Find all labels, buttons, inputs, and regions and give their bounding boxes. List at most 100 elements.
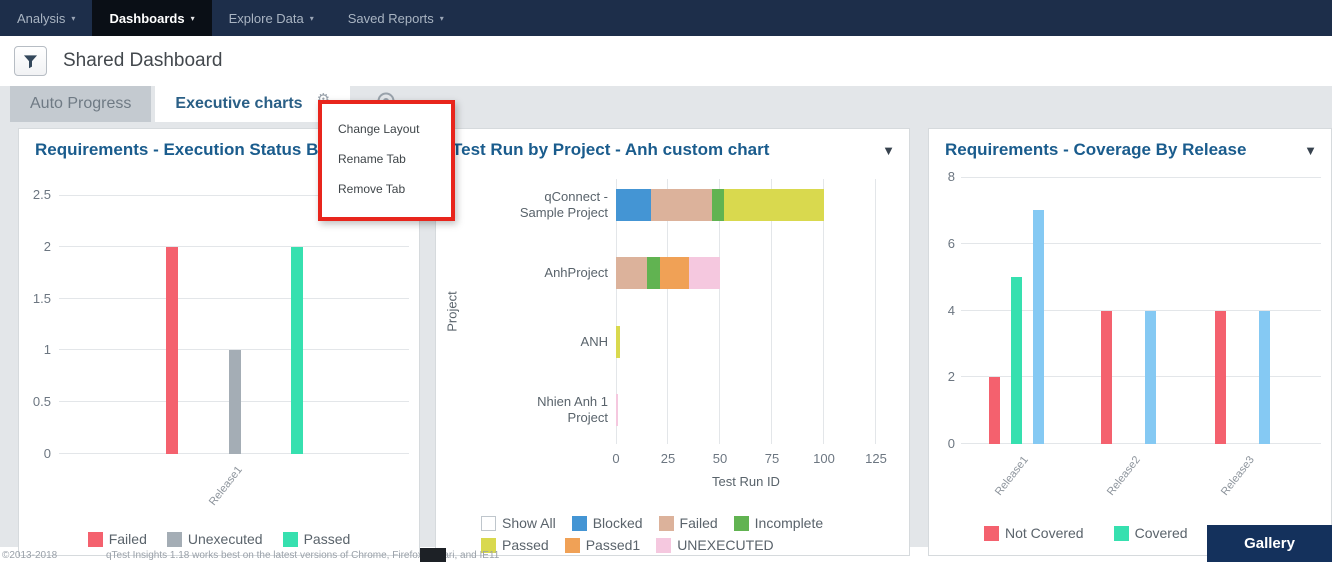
bar-segment-failed[interactable] [651,189,711,221]
footer-copyright: ©2013-2018 [2,550,57,561]
x-axis-tick-label: 50 [705,451,735,466]
y-axis-category-label: ANH [498,326,608,358]
y-axis-tick-label: 2 [929,369,955,384]
caret-down-icon[interactable]: ▼ [1304,143,1317,158]
plot-area [616,179,876,444]
nav-item-label: Explore Data [229,11,304,26]
y-axis-tick-label: 0 [929,436,955,451]
legend-item-not-covered[interactable]: Not Covered [984,525,1084,541]
x-axis-title: Test Run ID [616,474,876,489]
legend-item-incomplete[interactable]: Incomplete [734,515,823,531]
legend-item-blocked[interactable]: Blocked [572,515,643,531]
caret-down-icon[interactable]: ▼ [882,143,895,158]
bar-segment-incomplete[interactable] [712,189,724,221]
bar-segment-passed[interactable] [616,326,620,358]
legend-label: Failed [680,515,718,531]
gallery-button[interactable]: Gallery [1207,525,1332,562]
y-axis-tick-label: 2 [19,239,51,254]
legend: Show All Blocked Failed Incomplete [481,515,823,531]
filter-button[interactable] [14,46,47,76]
legend: Failed Unexecuted Passed [19,531,419,547]
legend-swatch [1114,526,1129,541]
bar-passed[interactable] [291,247,303,454]
widget-header: Test Run by Project - Anh custom chart ▼ [436,129,909,161]
nav-item-dashboards[interactable]: Dashboards▾ [92,0,211,36]
y-axis-category-label: Nhien Anh 1 Project [498,394,608,426]
legend-swatch [565,538,580,553]
bar-segment-failed[interactable] [616,257,647,289]
x-axis-category-label: Release1 [206,464,244,508]
y-axis-category-label: AnhProject [498,257,608,289]
legend-label: Passed [502,537,549,553]
x-axis-tick-label: 25 [653,451,683,466]
legend-label: Show All [502,515,556,531]
bar-segment-passed1[interactable] [660,257,689,289]
bar-series3[interactable] [1259,311,1270,445]
chart-title-coverage-by-release: Requirements - Coverage By Release [945,139,1296,161]
legend-item-failed[interactable]: Failed [88,531,147,547]
legend-item-passed[interactable]: Passed [283,531,351,547]
tab-auto-progress[interactable]: Auto Progress [10,86,151,122]
legend-item-show-all[interactable]: Show All [481,515,556,531]
legend-label: Blocked [593,515,643,531]
legend-label: UNEXECUTED [677,537,773,553]
legend-label: Passed1 [586,537,640,553]
y-axis-tick-label: 6 [929,236,955,251]
menu-item-change-layout[interactable]: Change Layout [322,114,451,144]
legend-item-passed1[interactable]: Passed1 [565,537,640,553]
nav-item-label: Saved Reports [348,11,434,26]
dark-fragment [420,548,446,562]
x-axis-category-label: Release2 [1104,454,1142,498]
widget-header: Requirements - Coverage By Release ▼ [929,129,1331,161]
bar-not-covered[interactable] [1101,311,1112,445]
bar-series3[interactable] [1145,311,1156,445]
chart-title-test-run-by-project: Test Run by Project - Anh custom chart [452,139,874,161]
nav-item-explore-data[interactable]: Explore Data▾ [212,0,331,36]
coverage-by-release-chart: 02468Release1Release2Release3Not Covered… [929,177,1331,555]
legend-label: Unexecuted [188,531,263,547]
dashboard-header: Shared Dashboard [0,36,1332,86]
bar-unexecuted[interactable] [229,350,241,454]
plot-area [59,195,409,454]
legend: Not Covered Covered [984,525,1188,541]
gridline [961,177,1321,178]
legend-item-failed[interactable]: Failed [659,515,718,531]
bar-failed[interactable] [166,247,178,454]
y-axis-tick-label: 1 [19,342,51,357]
app-root: Analysis▾Dashboards▾Explore Data▾Saved R… [0,0,1332,564]
legend-label: Failed [109,531,147,547]
legend-label: Passed [304,531,351,547]
x-axis-category-label: Release3 [1218,454,1256,498]
legend-swatch [167,532,182,547]
legend-item-covered[interactable]: Covered [1114,525,1188,541]
menu-item-remove-tab[interactable]: Remove Tab [322,174,451,204]
funnel-icon [23,54,38,69]
bar-segment-incomplete[interactable] [647,257,659,289]
gridline [59,298,409,299]
bar-segment-passed[interactable] [724,189,824,221]
menu-item-rename-tab[interactable]: Rename Tab [322,144,451,174]
bar-segment-unexecuted[interactable] [616,394,618,426]
legend-swatch [572,516,587,531]
bar-segment-blocked[interactable] [616,189,651,221]
y-axis-tick-label: 4 [929,303,955,318]
y-axis-tick-label: 8 [929,169,955,184]
chevron-down-icon: ▾ [191,14,195,23]
y-axis-tick-label: 0 [19,446,51,461]
bar-not-covered[interactable] [1215,311,1226,445]
bar-segment-unexecuted[interactable] [689,257,720,289]
nav-item-saved-reports[interactable]: Saved Reports▾ [331,0,461,36]
y-axis-title: Project [445,282,460,342]
page-title: Shared Dashboard [63,50,223,72]
bar-not-covered[interactable] [989,377,1000,444]
bar-series3[interactable] [1033,210,1044,444]
widget-test-run-by-project: Test Run by Project - Anh custom chart ▼… [435,128,910,556]
legend-item-unexecuted[interactable]: UNEXECUTED [656,537,773,553]
x-axis-tick-label: 100 [809,451,839,466]
bar-covered[interactable] [1011,277,1022,444]
y-axis-tick-label: 0.5 [19,394,51,409]
legend-swatch [984,526,999,541]
nav-item-analysis[interactable]: Analysis▾ [0,0,92,36]
legend-item-unexecuted[interactable]: Unexecuted [167,531,263,547]
x-axis-category-label: Release1 [992,454,1030,498]
